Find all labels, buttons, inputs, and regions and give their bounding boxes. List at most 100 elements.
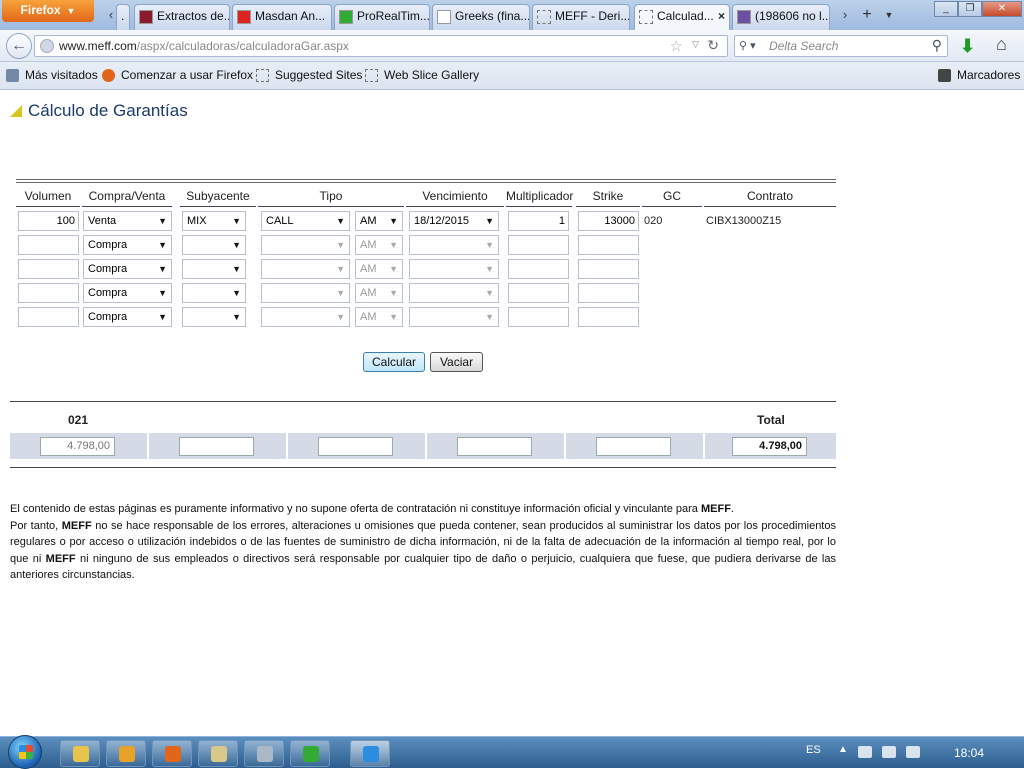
back-button[interactable]: ←: [6, 33, 32, 59]
result-field: [318, 437, 393, 456]
subyacente-select[interactable]: MIX ▼: [182, 211, 246, 231]
calcular-button[interactable]: Calcular: [363, 352, 425, 372]
tab-2[interactable]: Masdan An...: [232, 4, 332, 30]
column-header: Compra/Venta: [82, 187, 172, 207]
new-tab-button[interactable]: +: [858, 5, 876, 25]
dropdown-arrow-icon: ▼: [485, 240, 494, 250]
tipo-select[interactable]: CALL ▼: [261, 211, 350, 231]
maximize-button[interactable]: ❐: [958, 1, 982, 17]
column-separator: [703, 433, 705, 459]
close-tab-icon[interactable]: ×: [718, 5, 725, 27]
multiplicador-input[interactable]: 1: [508, 211, 569, 231]
bookmark-web-slice-gallery[interactable]: Web Slice Gallery: [365, 68, 479, 83]
tab-0[interactable]: .: [116, 4, 130, 30]
bookmarks-star-icon: [938, 69, 951, 83]
strike-input[interactable]: 13000: [578, 211, 639, 231]
tab-scroll-right-button[interactable]: ›: [836, 5, 854, 25]
close-window-button[interactable]: ✕: [982, 1, 1022, 17]
bookmark-comenzar-firefox[interactable]: Comenzar a usar Firefox: [102, 68, 253, 83]
subyacente-select[interactable]: ▼: [182, 235, 246, 255]
bookmark-star-icon[interactable]: ☆: [670, 37, 683, 55]
subyacente-select[interactable]: ▼: [182, 307, 246, 327]
tipo-select: ▼: [261, 259, 350, 279]
bookmark-mas-visitados[interactable]: Más visitados: [6, 68, 98, 83]
search-box[interactable]: ⚲ ▾ Delta Search ⚲: [734, 35, 948, 57]
volumen-input[interactable]: [18, 307, 79, 327]
strike-input[interactable]: [578, 235, 639, 255]
tab-list-button[interactable]: ▼: [880, 5, 898, 25]
volumen-input[interactable]: [18, 283, 79, 303]
strike-input[interactable]: [578, 259, 639, 279]
compra-venta-select[interactable]: Compra ▼: [83, 307, 172, 327]
taskbar-app-5[interactable]: [290, 740, 330, 767]
dropdown-arrow-icon: ▼: [232, 288, 241, 298]
search-engine-icon[interactable]: ⚲ ▾: [739, 39, 756, 52]
action-center-flag-icon[interactable]: [906, 746, 920, 758]
bookmarks-menu-button[interactable]: Marcadores: [938, 68, 1021, 83]
taskbar-app-3[interactable]: [198, 740, 238, 767]
tab-6[interactable]: Calculad... ×: [634, 4, 730, 31]
network-signal-icon[interactable]: [882, 746, 896, 758]
language-indicator[interactable]: ES: [806, 744, 821, 756]
compra-venta-select[interactable]: Venta ▼: [83, 211, 172, 231]
vaciar-button[interactable]: Vaciar: [430, 352, 483, 372]
subyacente-select[interactable]: ▼: [182, 259, 246, 279]
bookmark-suggested-sites[interactable]: Suggested Sites: [256, 68, 362, 83]
tab-4[interactable]: Greeks (fina...: [432, 4, 530, 30]
bookmarks-toolbar: Más visitados Comenzar a usar Firefox Su…: [0, 62, 1024, 90]
volumen-input[interactable]: [18, 235, 79, 255]
estilo-select: AM ▼: [355, 307, 403, 327]
strike-input[interactable]: [578, 307, 639, 327]
compra-venta-select[interactable]: Compra ▼: [83, 283, 172, 303]
disclaimer-text: ni ninguno de sus empleados o directivos…: [10, 552, 836, 582]
volumen-input[interactable]: [18, 259, 79, 279]
dropdown-arrow-icon: ▼: [389, 312, 398, 322]
taskbar-app-0[interactable]: [60, 740, 100, 767]
select-value: MIX: [187, 215, 207, 227]
windows-logo-icon: [19, 745, 33, 759]
multiplicador-input[interactable]: [508, 259, 569, 279]
minimize-button[interactable]: _: [934, 1, 958, 17]
start-button[interactable]: [8, 735, 42, 769]
taskbar-app-1[interactable]: [106, 740, 146, 767]
gc-value: 020: [644, 215, 663, 227]
estilo-select[interactable]: AM ▼: [355, 211, 403, 231]
tab-7[interactable]: (198606 no l...: [732, 4, 830, 30]
taskbar-app-6[interactable]: [350, 740, 390, 767]
volume-icon[interactable]: [858, 746, 872, 758]
tab-3[interactable]: ProRealTim...: [334, 4, 430, 30]
compra-venta-select[interactable]: Compra ▼: [83, 235, 172, 255]
tipo-select: ▼: [261, 235, 350, 255]
vencimiento-select[interactable]: 18/12/2015 ▼: [409, 211, 499, 231]
column-header: Multiplicador: [506, 187, 573, 207]
dropdown-arrow-icon: ▼: [232, 264, 241, 274]
bookmarks-menu-label: Marcadores: [957, 68, 1021, 82]
multiplicador-input[interactable]: [508, 307, 569, 327]
media-player-icon: [119, 746, 135, 762]
home-icon[interactable]: ⌂: [996, 34, 1007, 55]
firefox-menu-button[interactable]: Firefox ▼: [2, 0, 94, 22]
window-controls: _ ❐ ✕: [934, 1, 1022, 19]
tray-expand-icon[interactable]: ▲: [838, 744, 848, 756]
strike-input[interactable]: [578, 283, 639, 303]
result-field: 4.798,00: [40, 437, 115, 456]
taskbar-app-2[interactable]: [152, 740, 192, 767]
tab-5[interactable]: MEFF - Deri...: [532, 4, 630, 30]
blank-page-icon: [365, 69, 378, 83]
url-bar[interactable]: www.meff.com/aspx/calculadoras/calculado…: [34, 35, 728, 57]
clock[interactable]: 18:04: [954, 746, 984, 760]
multiplicador-input[interactable]: [508, 283, 569, 303]
multiplicador-input[interactable]: [508, 235, 569, 255]
site-identity-icon[interactable]: [40, 39, 54, 53]
download-icon[interactable]: ⬇: [960, 36, 975, 57]
search-icon[interactable]: ⚲: [932, 37, 942, 54]
tab-1[interactable]: Extractos de...: [134, 4, 230, 30]
reload-icon[interactable]: ↻: [707, 37, 719, 54]
taskbar-app-4[interactable]: [244, 740, 284, 767]
blank-page-icon: [639, 9, 653, 24]
subyacente-select[interactable]: ▼: [182, 283, 246, 303]
table-row: Compra ▼ ▼ ▼ AM ▼ ▼: [16, 259, 836, 281]
url-history-dropdown-icon[interactable]: ▽: [692, 39, 699, 50]
compra-venta-select[interactable]: Compra ▼: [83, 259, 172, 279]
volumen-input[interactable]: 100: [18, 211, 79, 231]
